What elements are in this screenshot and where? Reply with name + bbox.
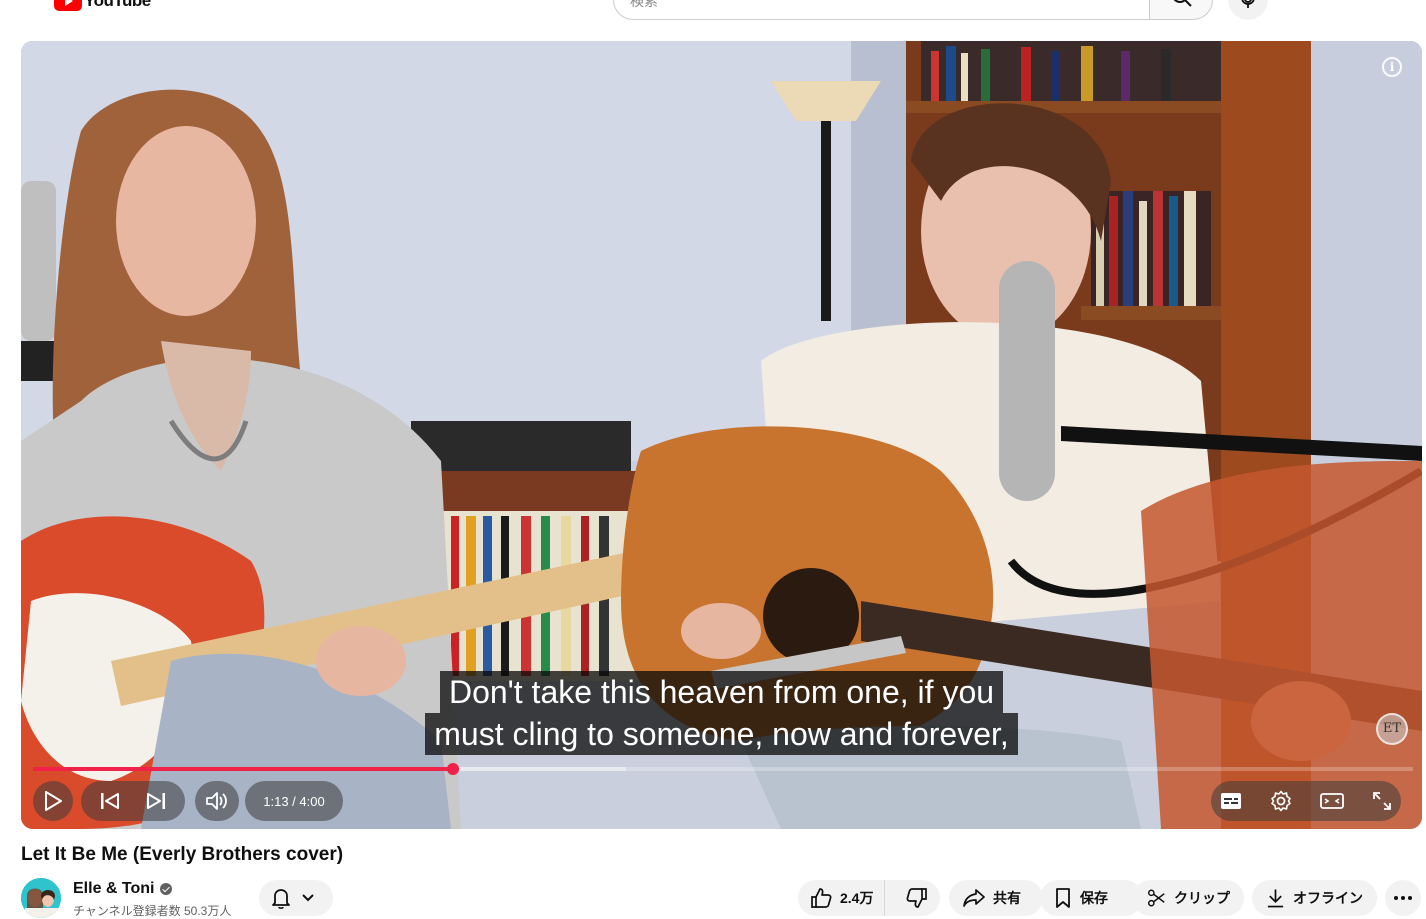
search-input[interactable]: 検索	[613, 0, 1150, 20]
notification-button[interactable]	[259, 880, 333, 916]
youtube-play-icon	[54, 0, 82, 11]
share-icon	[963, 889, 985, 907]
search-button[interactable]	[1149, 0, 1213, 20]
subtitles-icon	[1221, 793, 1241, 809]
next-icon	[147, 793, 165, 809]
dislike-button[interactable]	[893, 880, 940, 916]
time-text: 1:13 / 4:00	[263, 793, 325, 809]
fullscreen-button[interactable]	[1372, 791, 1392, 811]
logo-text: YouTube	[84, 0, 151, 10]
bell-icon	[272, 889, 290, 909]
scissors-icon	[1147, 889, 1165, 907]
avatar-image	[21, 878, 61, 918]
microphone-icon	[1241, 0, 1255, 8]
player-controls: 1:13 / 4:00	[21, 781, 1422, 821]
clip-button[interactable]: クリップ	[1133, 880, 1244, 916]
volume-icon	[206, 792, 227, 810]
chevron-down-icon	[302, 894, 314, 902]
skip-controls	[81, 781, 185, 821]
caption-line-2: must cling to someone, now and forever,	[425, 713, 1018, 755]
more-actions-button[interactable]	[1385, 880, 1421, 916]
progress-bar[interactable]	[33, 763, 1413, 775]
like-button[interactable]: 2.4万	[798, 880, 886, 916]
verified-icon	[160, 883, 173, 895]
theater-mode-button[interactable]	[1320, 792, 1344, 810]
like-count: 2.4万	[840, 890, 874, 906]
play-button[interactable]	[33, 781, 73, 821]
video-player[interactable]: i Don't take this heaven from one, if yo…	[21, 41, 1422, 829]
channel-name-text: Elle & Toni	[73, 880, 155, 897]
next-button[interactable]	[146, 792, 166, 810]
theater-icon	[1320, 793, 1344, 809]
download-button[interactable]: オフライン	[1252, 880, 1377, 916]
owner-row: Elle & Toni チャンネル登録者数 50.3万人 2.4万 共有 保存 …	[21, 876, 1426, 918]
fullscreen-icon	[1373, 792, 1391, 810]
download-icon	[1267, 889, 1284, 908]
bookmark-icon	[1056, 888, 1070, 908]
previous-button[interactable]	[100, 792, 120, 810]
right-controls	[1211, 781, 1401, 821]
voice-search-button[interactable]	[1228, 0, 1268, 20]
channel-avatar[interactable]	[21, 878, 61, 918]
channel-watermark[interactable]: ET	[1376, 713, 1408, 745]
play-icon	[45, 791, 62, 811]
thumbs-up-icon	[811, 888, 832, 908]
settings-button[interactable]	[1270, 790, 1292, 812]
menu-icon[interactable]	[10, 0, 30, 10]
save-label: 保存	[1080, 890, 1108, 906]
save-button[interactable]: 保存	[1040, 880, 1143, 916]
share-label: 共有	[993, 890, 1021, 906]
progress-scrubber[interactable]	[446, 763, 459, 775]
subscriber-count: チャンネル登録者数 50.3万人	[73, 904, 232, 918]
subtitles-button[interactable]	[1220, 792, 1242, 810]
masthead: YouTube 検索	[0, 0, 1426, 30]
channel-name[interactable]: Elle & Toni	[73, 880, 173, 898]
download-label: オフライン	[1293, 890, 1363, 906]
like-dislike-group: 2.4万	[798, 880, 940, 916]
time-display: 1:13 / 4:00	[245, 781, 343, 821]
thumbs-down-icon	[906, 888, 927, 908]
clip-label: クリップ	[1174, 890, 1230, 906]
captions: Don't take this heaven from one, if you …	[21, 671, 1422, 755]
progress-played	[33, 767, 453, 771]
caption-line-1: Don't take this heaven from one, if you	[439, 671, 1004, 713]
share-button[interactable]: 共有	[949, 880, 1043, 916]
volume-button[interactable]	[195, 781, 239, 821]
gear-icon	[1271, 790, 1291, 812]
youtube-logo[interactable]: YouTube	[54, 0, 151, 12]
previous-icon	[101, 793, 119, 809]
video-title: Let It Be Me (Everly Brothers cover)	[21, 844, 344, 865]
search-icon	[1173, 0, 1192, 7]
info-icon[interactable]: i	[1382, 57, 1402, 77]
more-horizontal-icon	[1394, 896, 1412, 900]
search-placeholder: 検索	[630, 0, 658, 9]
